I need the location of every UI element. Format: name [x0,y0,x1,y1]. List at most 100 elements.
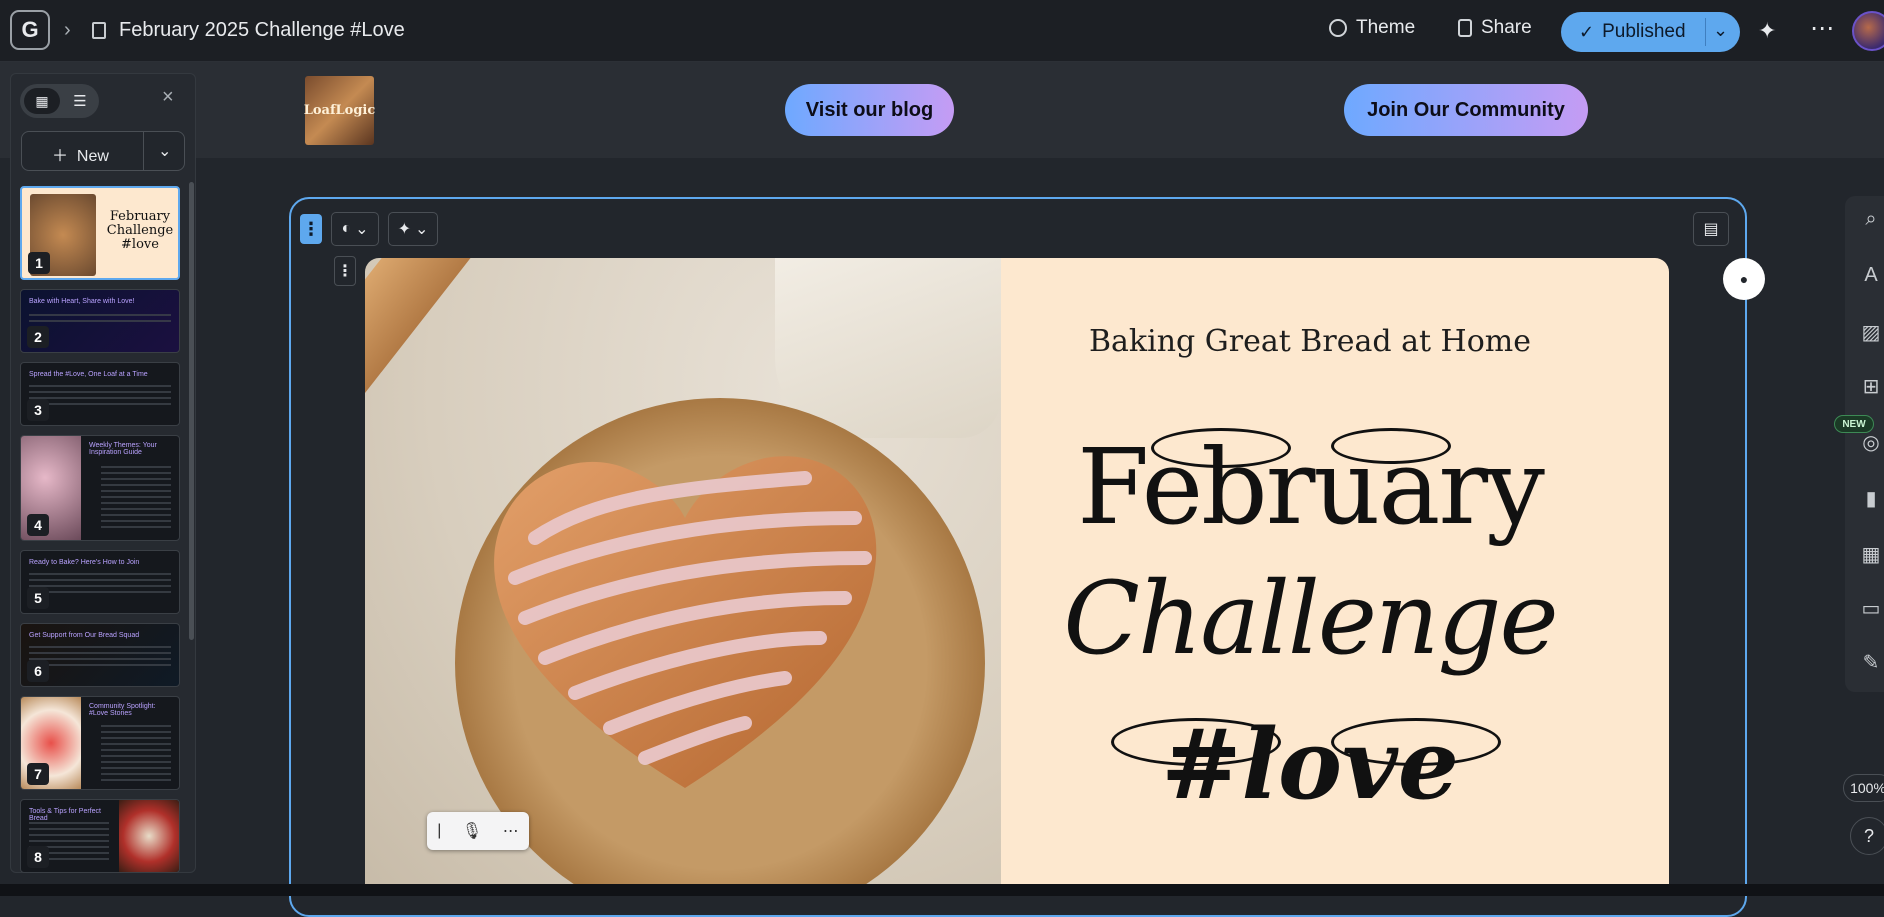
image-icon[interactable]: ▨ [1858,320,1884,345]
linen-cloth [775,258,1001,438]
slide-thumbnail-6[interactable]: Get Support from Our Bread Squad 6 [20,623,180,687]
brand-logo[interactable]: LoafLogic [304,76,375,145]
block-drag-handle[interactable]: ⋮ [334,256,356,286]
theme-label: Theme [1356,17,1416,38]
slide-thumbnail-3[interactable]: Spread the #Love, One Loaf at a Time 3 [20,362,180,426]
slide-number: 5 [27,587,49,609]
slide-number: 6 [27,660,49,682]
check-icon: ✓ [1579,21,1595,42]
slide-subtitle[interactable]: Baking Great Bread at Home [1001,324,1619,359]
os-taskbar [0,884,1884,896]
thumbnail-title: Weekly Themes: Your Inspiration Guide [89,442,157,456]
thumbnail-title: Tools & Tips for Perfect Bread [29,808,101,822]
palette-icon [1329,19,1347,37]
title-panel: Baking Great Bread at Home February Chal… [1001,258,1669,896]
slide-title-line1[interactable]: February [1001,426,1619,548]
thumbnail-title: Spread the #Love, One Loaf at a Time [29,371,148,378]
floating-toolbar: | 🎙 ⋯ [427,812,529,850]
slide-number: 7 [27,763,49,785]
slide-number: 2 [27,326,49,348]
chart-icon[interactable]: ▮ [1858,486,1884,511]
sparkle-icon: ✦ [397,221,411,238]
heart-bread-shape [494,456,877,788]
card-layout-icon[interactable]: ▭ [1858,596,1884,621]
published-divider [1705,18,1706,46]
slide-number: 1 [28,252,50,274]
theme-button[interactable]: Theme [1329,17,1415,39]
slide-thumbnail-5[interactable]: Ready to Bake? Here's How to Join 5 [20,550,180,614]
text-icon[interactable]: A [1858,264,1884,287]
text-cursor-icon[interactable]: | [437,822,441,840]
palette-icon: ◐ [341,220,352,237]
list-view-icon[interactable]: ☰ [64,88,96,114]
share-label: Share [1481,17,1532,38]
new-label: ＋ New [52,148,109,165]
edit-icon[interactable]: ✎ [1858,650,1884,675]
thumbnail-text-lines [29,314,171,324]
thumb-title-line2: Challenge [106,223,174,238]
document-title[interactable]: February 2025 Challenge #Love [119,19,405,42]
app-logo[interactable]: G [10,10,50,50]
document-icon [92,22,106,39]
chevron-down-icon[interactable]: ⌄ [1713,20,1728,41]
more-options-icon[interactable]: ⋯ [1810,14,1835,43]
slide-number: 4 [27,514,49,536]
slide-number: 8 [27,846,49,868]
thumbnail-text-lines [101,466,171,530]
comment-icon[interactable]: ● [1723,258,1765,300]
ai-sparkle-icon[interactable]: ✦ [1758,18,1776,44]
slide-number: 3 [27,399,49,421]
grid-view-icon[interactable]: ▦ [24,88,60,114]
zoom-level[interactable]: 100% [1843,774,1884,802]
thumbnail-title: Ready to Bake? Here's How to Join [29,559,140,566]
slide-thumbnail-8[interactable]: Tools & Tips for Perfect Bread 8 [20,799,180,873]
slide-thumbnail-4[interactable]: Weekly Themes: Your Inspiration Guide 4 [20,435,180,541]
microphone-icon[interactable]: 🎙 [462,821,482,841]
slide-thumbnail-2[interactable]: Bake with Heart, Share with Love! 2 [20,289,180,353]
ai-edit-button[interactable]: ✦ ⌄ [388,212,438,246]
slide-thumbnail-1[interactable]: February Challenge #love 1 [20,186,180,280]
card-style-button[interactable]: ◐ ⌄ [331,212,379,246]
user-avatar[interactable] [1852,11,1884,51]
thumbnail-title: Bake with Heart, Share with Love! [29,298,135,305]
help-button[interactable]: ? [1850,817,1884,855]
new-slide-button[interactable]: ＋ New ⌄ [21,131,185,171]
share-icon [1458,19,1472,37]
thumbnail-text-lines [29,385,171,405]
thumbnail-text-lines [101,725,171,781]
slide-canvas: Baking Great Bread at Home February Chal… [365,258,1669,896]
more-options-icon[interactable]: ⋯ [503,821,519,841]
thumb-title-line1: February [109,209,171,224]
share-button[interactable]: Share [1458,17,1532,39]
card-drag-handle[interactable]: ⋮ [300,214,322,244]
thumbnail-text-lines [29,646,171,666]
rolling-pin [365,258,567,435]
hero-image[interactable] [365,258,1001,896]
search-icon[interactable]: ⌕ [1858,208,1884,231]
new-divider [143,132,144,170]
close-icon[interactable]: × [162,86,174,109]
chevron-down-icon: ⌄ [355,221,369,238]
thumbnail-title: Community Spotlight: #Love Stories [89,703,156,717]
thumbnail-title: February Challenge #love [102,210,178,252]
chevron-down-icon[interactable]: ⌄ [158,141,171,161]
published-label: Published [1602,21,1686,42]
heart-bread [475,428,895,808]
thumbnail-text-lines [29,573,171,593]
panel-scrollbar[interactable] [189,182,194,640]
chevron-down-icon: ⌄ [415,221,429,238]
slide-thumbnail-7[interactable]: Community Spotlight: #Love Stories 7 [20,696,180,790]
embed-icon[interactable]: ◎ [1858,430,1884,455]
slide-title-line3[interactable]: #love [1001,708,1619,821]
thumbnail-image [119,800,179,872]
slide-title-line2[interactable]: Challenge [1001,560,1619,677]
join-community-button[interactable]: Join Our Community [1344,84,1588,136]
add-block-icon[interactable]: ⊞ [1858,374,1884,399]
published-button[interactable]: ✓ Published ⌄ [1561,12,1740,52]
video-icon[interactable]: ▦ [1858,542,1884,567]
thumbnail-title: Get Support from Our Bread Squad [29,632,140,639]
breadcrumb-chevron-icon[interactable]: › [64,19,71,42]
thumb-title-line3: #love [121,237,159,252]
visit-blog-button[interactable]: Visit our blog [785,84,954,136]
speaker-notes-icon[interactable]: ▤ [1693,212,1729,246]
